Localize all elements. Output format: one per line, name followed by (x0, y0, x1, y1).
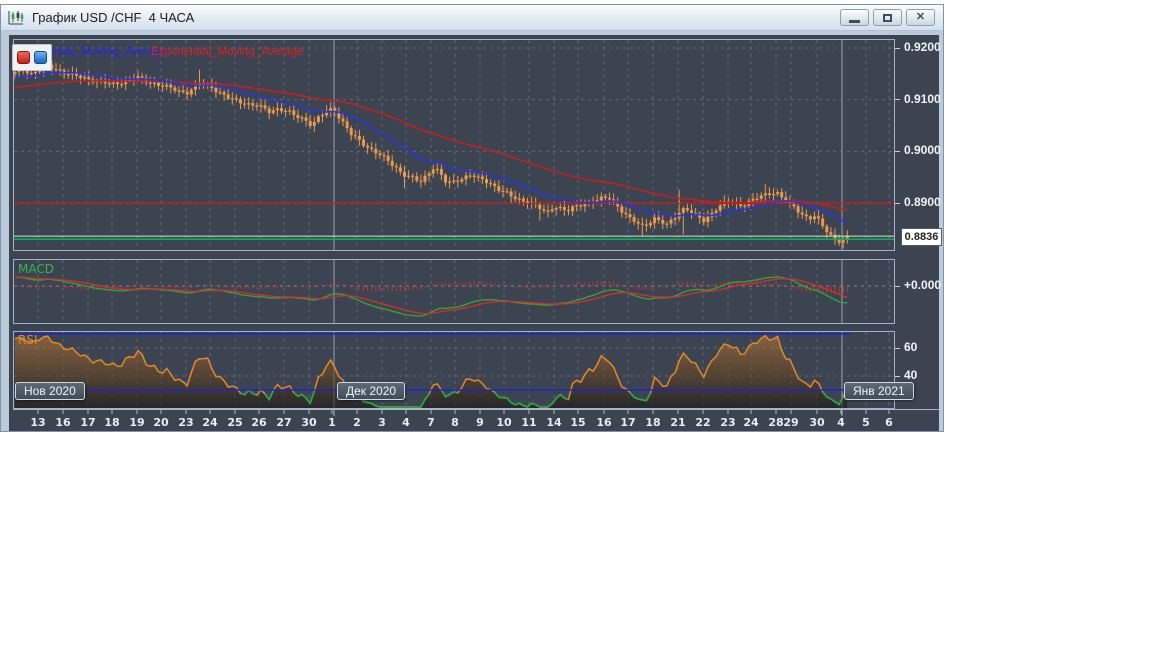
price-tick-label: 0.9100 (904, 92, 941, 106)
axis-label: 30 (301, 416, 317, 429)
restore-button[interactable] (873, 9, 902, 26)
macd-panel[interactable]: MACD (13, 259, 895, 324)
axis-label: 9 (476, 416, 484, 429)
axis-label: 3 (378, 416, 386, 429)
axis-label: 2 (353, 416, 361, 429)
restore-icon (883, 14, 892, 22)
current-price-tag: 0.8836 (901, 228, 942, 246)
scale-tick (895, 286, 900, 287)
axis-label: 23 (720, 416, 735, 429)
scale-tick (895, 151, 900, 152)
title-bar[interactable]: График USD /CHF 4 ЧАСА ✕ (1, 5, 943, 31)
axis-label: 16 (596, 416, 612, 429)
month-marker: Дек 2020 (337, 382, 405, 400)
price-tick-label: 0.9000 (904, 143, 941, 157)
indicator-blue-button[interactable] (34, 51, 47, 64)
axis-label: 5 (862, 416, 870, 429)
axis-label: 24 (202, 416, 218, 429)
price-scale[interactable]: 0.9200 0.9100 0.9000 0.8900 +0.000 60 40 0.8836 (895, 35, 939, 431)
axis-label: 28 (768, 416, 783, 429)
close-icon: ✕ (916, 12, 925, 23)
axis-label: 18 (645, 416, 660, 429)
minimize-icon (849, 20, 860, 23)
axis-label: 16 (55, 416, 71, 429)
axis-label: 19 (129, 416, 144, 429)
indicator-buttons-box (12, 44, 52, 71)
candlestick-chart-icon (7, 10, 25, 26)
axis-label: 20 (153, 416, 169, 429)
axis-label: 21 (670, 416, 685, 429)
axis-label: 29 (783, 416, 798, 429)
chart-area: MACD RSI 1316171819202324252627301234789… (9, 35, 939, 431)
price-tick-label: 0.9200 (904, 40, 941, 54)
axis-label: 13 (30, 416, 45, 429)
axis-label: 18 (104, 416, 119, 429)
month-marker: Нов 2020 (15, 382, 85, 400)
rsi-tick-label: 40 (904, 368, 917, 382)
axis-label: 7 (427, 416, 435, 429)
minimize-button[interactable] (840, 9, 869, 26)
price-chart-panel[interactable] (13, 39, 895, 251)
chart-window: График USD /CHF 4 ЧАСА ✕ MACD RSI 131617… (0, 4, 944, 432)
scale-tick (895, 376, 900, 377)
axis-label: 4 (837, 416, 845, 429)
axis-label: 14 (546, 416, 562, 429)
close-button[interactable]: ✕ (906, 9, 935, 26)
axis-label: 30 (809, 416, 825, 429)
axis-label: 4 (402, 416, 410, 429)
time-axis[interactable]: 1316171819202324252627301234789101114151… (13, 409, 939, 431)
window-title: График USD /CHF 4 ЧАСА (32, 10, 194, 25)
rsi-tick-label: 60 (904, 340, 917, 354)
axis-label: 11 (521, 416, 536, 429)
scale-tick (895, 348, 900, 349)
axis-label: 25 (227, 416, 242, 429)
macd-zero-label: +0.000 (904, 278, 941, 292)
axis-label: 17 (620, 416, 635, 429)
scale-tick (895, 99, 900, 100)
axis-label: 10 (496, 416, 512, 429)
axis-label: 22 (695, 416, 710, 429)
rsi-panel[interactable]: RSI (13, 331, 895, 409)
axis-label: 23 (178, 416, 193, 429)
axis-label: 27 (276, 416, 291, 429)
scale-tick (895, 203, 900, 204)
axis-label: 26 (251, 416, 267, 429)
scale-tick (895, 48, 900, 49)
indicator-red-button[interactable] (17, 51, 30, 64)
axis-label: 17 (80, 416, 95, 429)
axis-label: 1 (328, 416, 336, 429)
axis-label: MACD (18, 262, 54, 276)
month-marker: Янв 2021 (844, 382, 914, 400)
price-tick-label: 0.8900 (904, 195, 941, 209)
axis-label: RSI (18, 333, 38, 347)
axis-label: 6 (885, 416, 893, 429)
ema-slow-indicator-label: Exponential_Moving_Average (151, 46, 304, 58)
axis-label: 15 (570, 416, 585, 429)
axis-label: 24 (743, 416, 759, 429)
axis-label: 8 (451, 416, 459, 429)
window-controls: ✕ (840, 9, 937, 26)
